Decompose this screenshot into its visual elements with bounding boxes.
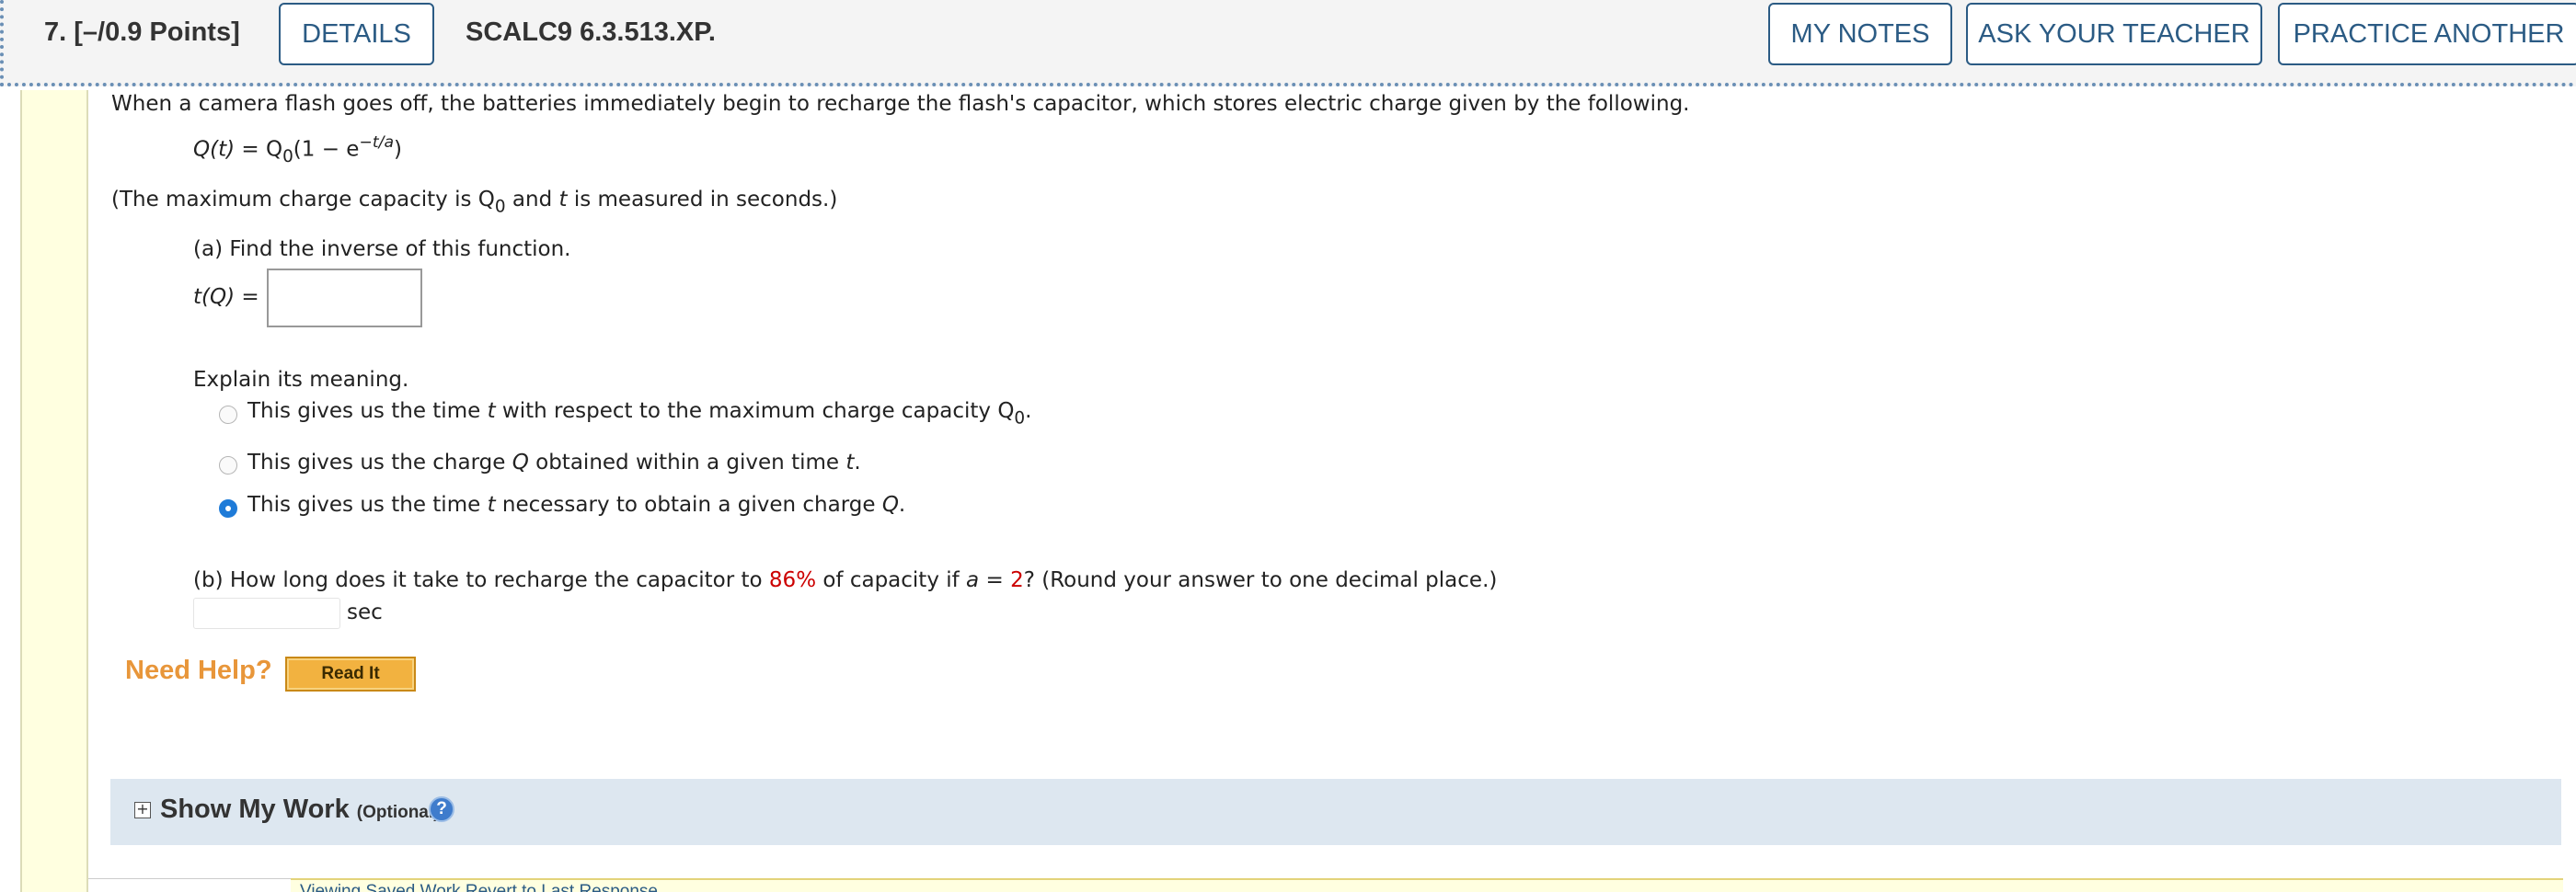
explain-label: Explain its meaning. bbox=[193, 368, 409, 392]
show-my-work-panel: + Show My Work (Optional) ? bbox=[110, 779, 2561, 845]
part-a-prompt: (a) Find the inverse of this function. bbox=[193, 237, 571, 261]
opt1-sub: 0 bbox=[1014, 408, 1026, 429]
show-my-work-title[interactable]: Show My Work (Optional) bbox=[160, 795, 439, 825]
inverse-answer-input[interactable] bbox=[267, 269, 422, 327]
option-3-radio-selected[interactable] bbox=[219, 499, 237, 518]
opt2-end: . bbox=[854, 451, 861, 475]
pb-a-value: 2 bbox=[1010, 568, 1024, 592]
pb-middle: of capacity if bbox=[816, 568, 967, 592]
option-1-radio[interactable] bbox=[219, 406, 237, 424]
option-2-radio[interactable] bbox=[219, 456, 237, 475]
opt1-var: t bbox=[487, 399, 496, 423]
formula-eq: = Q bbox=[235, 137, 283, 162]
note-prefix: (The maximum charge capacity is Q bbox=[111, 188, 495, 212]
saved-work-bar: Viewing Saved Work Revert to Last Respon… bbox=[291, 878, 2563, 892]
part-b-prompt: (b) How long does it take to recharge th… bbox=[193, 568, 1497, 592]
read-it-button[interactable]: Read It bbox=[285, 657, 416, 692]
optional-label: (Optional) bbox=[356, 803, 440, 822]
pb-prefix: (b) How long does it take to recharge th… bbox=[193, 568, 769, 592]
pb-a-var: a bbox=[966, 568, 980, 592]
opt1-end: . bbox=[1025, 399, 1032, 423]
practice-another-button[interactable]: PRACTICE ANOTHER bbox=[2278, 3, 2576, 65]
opt1-before: This gives us the time bbox=[247, 399, 488, 423]
question-points-label: 7. [–/0.9 Points] bbox=[44, 17, 240, 47]
option-3-label[interactable]: This gives us the time t necessary to ob… bbox=[247, 493, 905, 517]
formula-exponent: −t/a bbox=[359, 133, 395, 152]
question-header: 7. [–/0.9 Points] DETAILS SCALC9 6.3.513… bbox=[0, 0, 2576, 86]
note-middle: and bbox=[505, 188, 559, 212]
pb-equals: = bbox=[979, 568, 1011, 592]
opt3-end: . bbox=[898, 493, 906, 517]
pb-suffix: ? (Round your answer to one decimal plac… bbox=[1023, 568, 1498, 592]
show-work-title-text: Show My Work bbox=[160, 795, 350, 824]
sec-unit-label: sec bbox=[347, 600, 383, 624]
opt1-after: with respect to the maximum charge capac… bbox=[495, 399, 1015, 423]
formula-lhs: Q(t) bbox=[193, 137, 236, 162]
problem-intro: When a camera flash goes off, the batter… bbox=[111, 92, 1690, 116]
opt3-var: t bbox=[487, 493, 496, 517]
inverse-label: t(Q) = bbox=[193, 285, 259, 309]
note-sub: 0 bbox=[494, 197, 506, 217]
opt2-before: This gives us the charge bbox=[247, 451, 512, 475]
problem-note: (The maximum charge capacity is Q0 and t… bbox=[111, 188, 837, 216]
formula: Q(t) = Q0(1 − e−t/a) bbox=[193, 133, 402, 166]
opt3-after: necessary to obtain a given charge bbox=[495, 493, 882, 517]
details-button[interactable]: DETAILS bbox=[279, 3, 434, 65]
problem-code: SCALC9 6.3.513.XP. bbox=[466, 17, 716, 47]
recharge-time-input[interactable] bbox=[193, 598, 340, 629]
expand-plus-icon[interactable]: + bbox=[134, 802, 151, 818]
opt2-after: obtained within a given time bbox=[528, 451, 846, 475]
help-question-icon[interactable]: ? bbox=[429, 796, 454, 822]
opt3-before: This gives us the time bbox=[247, 493, 488, 517]
saved-work-link[interactable]: Viewing Saved Work Revert to Last Respon… bbox=[300, 882, 658, 892]
formula-paren-close: ) bbox=[394, 137, 403, 162]
bottom-left-cell bbox=[88, 878, 291, 892]
note-t: t bbox=[558, 188, 568, 212]
pb-percent: 86% bbox=[768, 568, 817, 592]
my-notes-button[interactable]: MY NOTES bbox=[1768, 3, 1952, 65]
opt3-var2: Q bbox=[881, 493, 899, 517]
opt2-var: Q bbox=[512, 451, 529, 475]
need-help-label: Need Help? bbox=[125, 656, 272, 685]
question-side-strip bbox=[20, 90, 88, 892]
formula-sub: 0 bbox=[282, 146, 293, 166]
option-1-label[interactable]: This gives us the time t with respect to… bbox=[247, 399, 1031, 428]
option-2-label[interactable]: This gives us the charge Q obtained with… bbox=[247, 451, 861, 475]
formula-paren-open: (1 − e bbox=[293, 137, 360, 162]
ask-teacher-button[interactable]: ASK YOUR TEACHER bbox=[1966, 3, 2262, 65]
note-suffix: is measured in seconds.) bbox=[567, 188, 838, 212]
